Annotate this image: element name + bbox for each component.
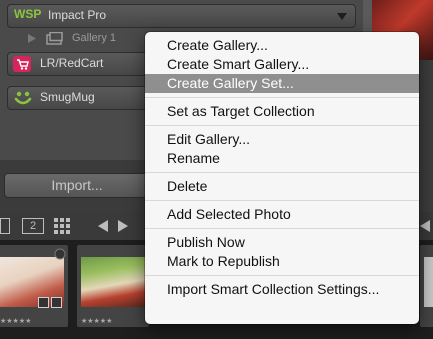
redcart-cart-icon xyxy=(13,56,31,72)
star-rating[interactable]: ★★★★★ xyxy=(0,317,31,325)
context-menu: Create Gallery... Create Smart Gallery...… xyxy=(145,32,419,324)
gallery-icon xyxy=(46,32,63,45)
menu-separator xyxy=(145,97,419,98)
photo-image xyxy=(424,257,433,307)
forward-arrow-icon[interactable] xyxy=(118,220,130,232)
dropdown-arrow-icon[interactable] xyxy=(337,13,347,20)
wsp-logo-icon: WSP xyxy=(14,7,42,21)
star-rating[interactable]: ★★★★★ xyxy=(81,317,112,325)
menu-separator xyxy=(145,125,419,126)
menu-separator xyxy=(145,200,419,201)
filmstrip-thumbnail[interactable]: ★★★★★ xyxy=(0,245,68,327)
import-button[interactable]: Import... xyxy=(4,173,150,198)
quick-collection-icon[interactable] xyxy=(54,248,66,260)
expand-arrow-icon[interactable] xyxy=(418,220,430,232)
menu-item-create-smart-gallery[interactable]: Create Smart Gallery... xyxy=(145,55,419,74)
smugmug-logo-icon xyxy=(14,91,32,105)
menu-item-import-smart-collection-settings[interactable]: Import Smart Collection Settings... xyxy=(145,280,419,299)
collection-badge-icon xyxy=(38,297,49,308)
menu-item-delete[interactable]: Delete xyxy=(145,177,419,196)
service-impact-pro-label: Impact Pro xyxy=(48,8,107,22)
menu-item-create-gallery[interactable]: Create Gallery... xyxy=(145,36,419,55)
service-smugmug-label: SmugMug xyxy=(40,90,95,104)
menu-separator xyxy=(145,275,419,276)
view-2-button[interactable]: 2 xyxy=(22,218,44,234)
gallery-label: Gallery 1 xyxy=(72,32,117,44)
edit-badge-icon xyxy=(51,297,62,308)
back-arrow-icon[interactable] xyxy=(96,220,108,232)
disclosure-triangle-icon[interactable] xyxy=(28,34,36,43)
menu-item-set-as-target-collection[interactable]: Set as Target Collection xyxy=(145,102,419,121)
service-lr-redcart-label: LR/RedCart xyxy=(40,56,104,70)
gallery-item[interactable]: Gallery 1 xyxy=(26,30,146,48)
menu-item-edit-gallery[interactable]: Edit Gallery... xyxy=(145,130,419,149)
menu-item-mark-to-republish[interactable]: Mark to Republish xyxy=(145,252,419,271)
service-impact-pro[interactable]: WSP Impact Pro xyxy=(7,4,356,28)
menu-item-rename[interactable]: Rename xyxy=(145,149,419,168)
menu-separator xyxy=(145,172,419,173)
filmstrip-thumbnail[interactable] xyxy=(420,245,433,327)
grid-icon[interactable] xyxy=(54,218,70,234)
photo-image xyxy=(81,257,145,307)
menu-item-create-gallery-set[interactable]: Create Gallery Set... xyxy=(145,74,419,93)
filmstrip-thumbnail[interactable]: ★★★★★ xyxy=(77,245,149,327)
menu-item-add-selected-photo[interactable]: Add Selected Photo xyxy=(145,205,419,224)
view-1-icon[interactable] xyxy=(0,218,10,234)
menu-separator xyxy=(145,228,419,229)
menu-item-publish-now[interactable]: Publish Now xyxy=(145,233,419,252)
